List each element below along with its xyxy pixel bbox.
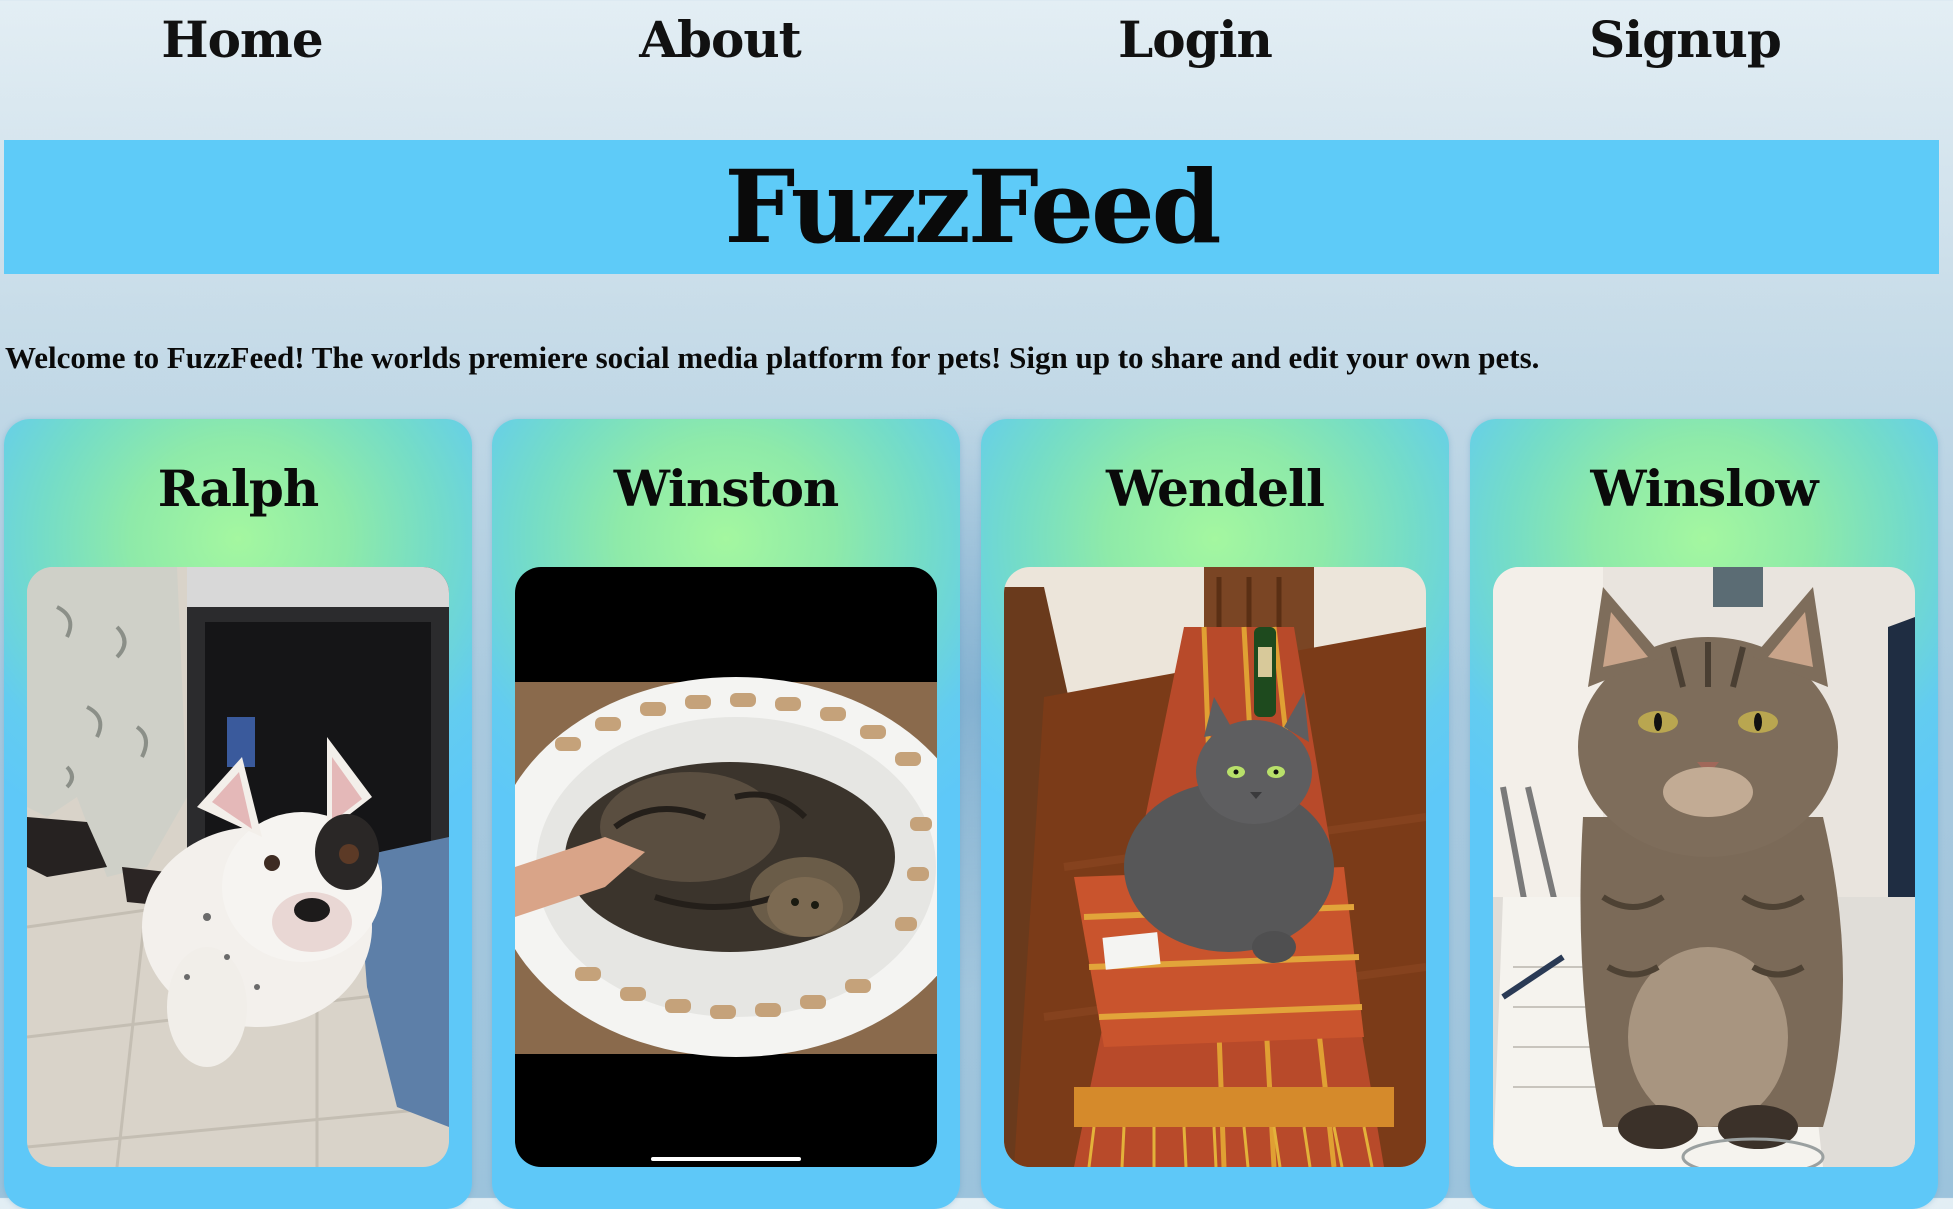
nav-link-login[interactable]: Login [1118, 8, 1273, 72]
welcome-text: Welcome to FuzzFeed! The worlds premiere… [5, 340, 1540, 375]
pet-name: Wendell [1106, 459, 1325, 518]
pet-card-winslow[interactable]: Winslow [1470, 419, 1938, 1209]
pet-name: Ralph [157, 459, 319, 518]
nav-link-home[interactable]: Home [161, 8, 323, 72]
pet-card-wendell[interactable]: Wendell [981, 419, 1449, 1209]
nav-link-signup[interactable]: Signup [1589, 8, 1782, 72]
title-banner: FuzzFeed [4, 140, 1939, 274]
pet-card-winston[interactable]: Winston [492, 419, 960, 1209]
top-nav: Home About Login Signup [0, 0, 1953, 84]
pet-photo-wendell [1004, 567, 1426, 1167]
site-title: FuzzFeed [724, 148, 1221, 266]
pet-photo-winslow [1493, 567, 1915, 1167]
nav-link-about[interactable]: About [639, 8, 802, 72]
pet-name: Winslow [1590, 459, 1818, 518]
pet-name: Winston [613, 459, 840, 518]
pet-card-ralph[interactable]: Ralph [4, 419, 472, 1209]
pet-photo-ralph [27, 567, 449, 1167]
pet-photo-winston [515, 567, 937, 1167]
